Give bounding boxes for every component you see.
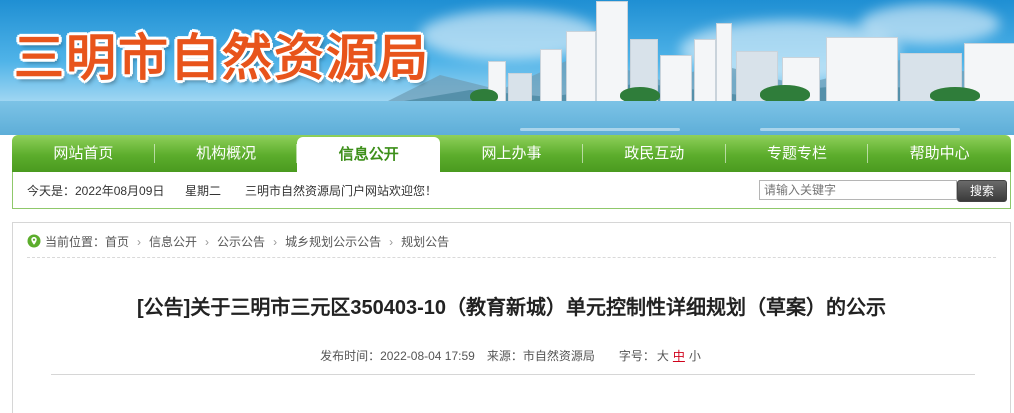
chevron-right-icon: ›	[273, 235, 278, 249]
search-input[interactable]	[759, 180, 957, 200]
chevron-right-icon: ›	[389, 235, 394, 249]
source-label: 来源：	[486, 349, 523, 363]
nav-item-online-services[interactable]: 网上办事	[440, 135, 583, 172]
nav-item-info-disclosure[interactable]: 信息公开	[297, 137, 441, 172]
nav-item-home[interactable]: 网站首页	[12, 135, 155, 172]
current-date: 今天是：2022年08月09日	[27, 184, 165, 198]
water-reflection	[760, 128, 960, 131]
breadcrumb-prefix: 当前位置：	[45, 235, 106, 249]
site-title: 三明市自然资源局	[14, 29, 430, 87]
info-bar: 今天是：2022年08月09日 星期二 三明市自然资源局门户网站欢迎您！ 搜索	[12, 172, 1011, 209]
meta-divider	[51, 374, 975, 375]
building	[660, 55, 692, 103]
breadcrumb-home[interactable]: 首页	[105, 235, 129, 249]
breadcrumb-urban-planning[interactable]: 城乡规划公示公告	[285, 235, 381, 249]
fontsize-large-button[interactable]: 大	[657, 349, 669, 363]
nav-item-interaction[interactable]: 政民互动	[583, 135, 726, 172]
location-pin-icon	[27, 234, 41, 248]
article-title: [公告]关于三明市三元区350403-10（教育新城）单元控制性详细规划（草案）…	[137, 297, 886, 319]
article-meta: 发布时间：2022-08-04 17:59 来源：市自然资源局 字号：大中小	[13, 347, 1010, 364]
breadcrumb-announcements[interactable]: 公示公告	[217, 235, 265, 249]
breadcrumb-planning-notices[interactable]: 规划公告	[401, 235, 449, 249]
building	[540, 49, 562, 103]
chevron-right-icon: ›	[137, 235, 142, 249]
building	[716, 23, 732, 103]
building	[566, 31, 596, 103]
nav-item-help[interactable]: 帮助中心	[868, 135, 1011, 172]
source-value: 市自然资源局	[522, 349, 595, 363]
fontsize-label: 字号：	[618, 349, 655, 363]
building	[694, 39, 716, 103]
nav-item-special-topics[interactable]: 专题专栏	[726, 135, 869, 172]
building	[826, 37, 898, 103]
chevron-right-icon: ›	[205, 235, 210, 249]
nav-item-organization[interactable]: 机构概况	[155, 135, 298, 172]
published-value: 2022-08-04 17:59	[380, 349, 475, 363]
building	[596, 1, 628, 103]
breadcrumb: 当前位置：首页 › 信息公开 › 公示公告 › 城乡规划公示公告 › 规划公告	[27, 233, 449, 250]
published-label: 发布时间：	[320, 349, 381, 363]
breadcrumb-divider	[27, 257, 996, 258]
fontsize-small-button[interactable]: 小	[689, 349, 701, 363]
header-banner: 三明市自然资源局	[0, 0, 1014, 135]
water-reflection	[520, 128, 680, 131]
main-nav: 网站首页 机构概况 信息公开 网上办事 政民互动 专题专栏 帮助中心	[12, 135, 1011, 172]
breadcrumb-info-disclosure[interactable]: 信息公开	[149, 235, 197, 249]
article-panel: 当前位置：首页 › 信息公开 › 公示公告 › 城乡规划公示公告 › 规划公告 [公告]关于三明…	[12, 222, 1011, 413]
fontsize-medium-button[interactable]: 中	[673, 349, 685, 363]
welcome-text: 三明市自然资源局门户网站欢迎您！	[245, 184, 438, 198]
search-button[interactable]: 搜索	[957, 180, 1007, 202]
building	[508, 73, 532, 103]
current-weekday: 星期二	[185, 184, 222, 198]
